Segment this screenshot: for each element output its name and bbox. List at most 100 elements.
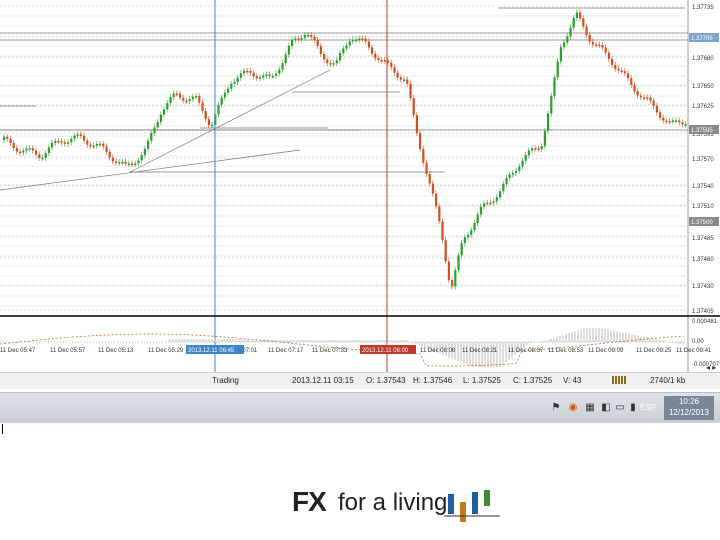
candle-body (137, 160, 140, 164)
chart-canvas[interactable]: 1.37735 1.37705 1.37680 1.37650 1.37625 1.375… (0, 0, 720, 372)
candle-body (9, 138, 12, 144)
power-icon[interactable]: ▮ (627, 402, 639, 414)
candle-body (409, 83, 412, 99)
candle-body (671, 120, 674, 122)
candle-body (127, 163, 130, 166)
taskbar-clock[interactable]: 10:26 12/12/2013 (664, 396, 714, 420)
price-marker-label: 1.37705 (691, 36, 713, 42)
candle-body (572, 17, 575, 28)
update-icon[interactable]: ◉ (567, 402, 579, 414)
candle-body (585, 26, 588, 35)
candle-body (566, 36, 569, 43)
candle-body (41, 157, 44, 160)
candle-body (153, 127, 156, 134)
candle-body (537, 148, 540, 150)
candle-body (83, 135, 86, 141)
language-indicator[interactable]: ESP (640, 403, 656, 412)
candle-body (569, 27, 572, 37)
candle-body (163, 109, 166, 115)
candle-body (591, 41, 594, 45)
candle-body (380, 59, 383, 62)
candle-body (345, 45, 348, 49)
price-chart[interactable]: 1.37735 1.37705 1.37680 1.37650 1.37625 1.375… (0, 0, 720, 388)
candle-body (419, 133, 422, 149)
candle-body (678, 120, 681, 123)
candle-body (492, 201, 495, 203)
candle-body (297, 38, 300, 40)
candle-body (502, 183, 505, 192)
candle-body (511, 172, 514, 175)
candle-body (15, 148, 18, 152)
time-tick-label: 11 Dec 05:57 (50, 348, 86, 354)
candle-body (406, 79, 409, 84)
candle-body (355, 39, 358, 42)
candle-body (662, 117, 665, 121)
candle-body (54, 140, 57, 143)
candle-body (207, 119, 210, 126)
time-tick-label: 11 Dec 09:25 (636, 348, 672, 354)
candle-body (428, 173, 431, 184)
speaker-icon[interactable]: ◧ (600, 402, 612, 414)
candle-body (611, 59, 614, 65)
candle-body (460, 243, 463, 256)
candle-body (31, 148, 34, 151)
network-icon[interactable]: ▦ (584, 402, 596, 414)
price-tick-label: 1.37735 (692, 5, 714, 11)
candle-body (463, 237, 466, 244)
candle-body (303, 34, 306, 38)
candle-body (300, 37, 303, 40)
candle-body (182, 97, 185, 101)
candle-body (175, 93, 178, 96)
candle-body (617, 68, 620, 71)
candle-body (332, 63, 335, 65)
candle-body (246, 70, 249, 73)
candle-body (105, 146, 108, 152)
candle-body (19, 151, 22, 154)
price-tick-label: 1.37680 (692, 56, 714, 62)
candle-body (28, 148, 31, 150)
candle-body (543, 130, 546, 147)
candle-body (556, 61, 559, 78)
candle-body (547, 113, 550, 131)
flag-icon[interactable]: ⚑ (550, 402, 562, 414)
candle-body (665, 120, 668, 123)
candle-body (275, 73, 278, 76)
scroll-arrows-icon[interactable]: ◂ ▸ (706, 363, 716, 372)
candle-body (451, 280, 454, 287)
candle-body (431, 183, 434, 194)
candle-body (76, 134, 79, 136)
candle-body (236, 77, 239, 82)
candle-body (252, 72, 255, 77)
candle-body (540, 146, 543, 150)
candle-body (227, 88, 230, 93)
candle-body (595, 44, 598, 47)
monitor-icon[interactable]: ▭ (614, 402, 626, 414)
candle-body (607, 52, 610, 60)
candle-body (636, 91, 639, 96)
candle-body (646, 97, 649, 99)
candle-body (639, 95, 642, 98)
candle-body (399, 77, 402, 80)
indicator-tick-label: 0.00 (692, 339, 704, 345)
candle-body (377, 58, 380, 60)
candle-body (86, 140, 89, 145)
candle-body (265, 74, 268, 76)
candle-body (268, 74, 271, 76)
candle-body (444, 240, 447, 262)
candle-body (620, 70, 623, 72)
candle-body (383, 60, 386, 62)
price-tick-label: 1.37570 (692, 157, 714, 163)
status-open: O: 1.37543 (366, 376, 406, 385)
candle-body (425, 162, 428, 174)
candle-body (262, 75, 265, 78)
status-traffic: 2740/1 kb (650, 376, 686, 385)
candle-body (259, 77, 262, 79)
candle-body (396, 72, 399, 78)
time-tick-label: 11 Dec 09:09 (588, 348, 624, 354)
candle-body (92, 145, 95, 148)
candle-body (393, 67, 396, 73)
candle-body (156, 121, 159, 128)
candle-body (111, 157, 114, 162)
candle-body (361, 38, 364, 40)
candle-body (143, 148, 146, 155)
